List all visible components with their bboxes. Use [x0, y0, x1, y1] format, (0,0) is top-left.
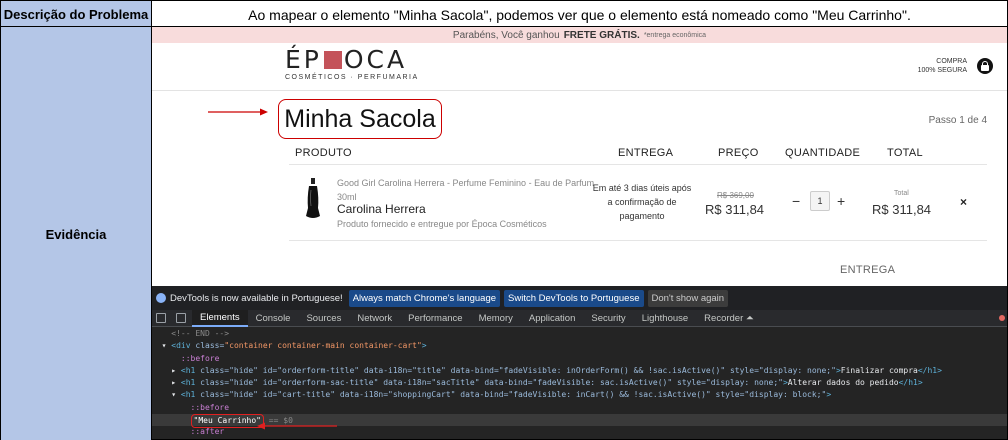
logo-text-right: OCA	[343, 45, 408, 74]
dom-attr-name: class	[195, 341, 220, 351]
table-divider	[289, 164, 987, 165]
evidence-label: Evidência	[1, 27, 152, 440]
annotation-arrow-icon	[208, 108, 268, 116]
match-language-button[interactable]: Always match Chrome's language	[348, 289, 501, 307]
promo-bold: FRETE GRÁTIS.	[563, 29, 640, 41]
devtools-language-notice: DevTools is now available in Portuguese!…	[152, 286, 1007, 310]
logo-text-left: É	[285, 45, 304, 74]
dom-line[interactable]: ▾ <div class="container container-main c…	[152, 340, 1007, 352]
dom-line[interactable]: ▾ <h1 class="hide" id="cart-title" data-…	[152, 389, 1007, 401]
promo-text: Parabéns, Você ganhou	[452, 29, 560, 41]
perfume-bottle-image[interactable]	[304, 178, 322, 220]
col-quantity: QUANTIDADE	[785, 147, 861, 159]
dom-attrs: class="hide" id="cart-title" data-i18n="…	[195, 390, 827, 400]
dom-line[interactable]: ▸ <h1 class="hide" id="orderform-sac-tit…	[152, 377, 1007, 389]
tab-application[interactable]: Application	[521, 310, 583, 327]
dont-show-again-button[interactable]: Don't show again	[647, 289, 729, 307]
dom-line[interactable]: <!-- END -->	[152, 328, 1007, 340]
promo-note: *entrega econômica	[643, 31, 707, 39]
checkout-step: Passo 1 de 4	[928, 115, 987, 126]
item-total: R$ 311,84	[872, 202, 932, 217]
devtools-tabs: Elements Console Sources Network Perform…	[152, 309, 1007, 327]
dom-line[interactable]: ▸ <h1 class="hide" id="orderform-title" …	[152, 365, 1007, 377]
col-product: PRODUTO	[295, 147, 352, 159]
dom-attr-value: "container container-main container-cart…	[224, 341, 422, 351]
evidence-screenshot: Parabéns, Você ganhou FRETE GRÁTIS. *ent…	[152, 27, 1007, 439]
secure-line-2: 100% SEGURA	[917, 67, 967, 74]
dom-pseudo: ::before	[180, 353, 220, 363]
logo-subtitle: COSMÉTICOS · PERFUMARIA	[285, 74, 419, 81]
tab-performance[interactable]: Performance	[400, 310, 470, 327]
dom-pseudo: ::after	[190, 427, 225, 437]
error-indicator-icon[interactable]	[999, 315, 1005, 321]
remove-item-button[interactable]: ×	[960, 195, 967, 209]
delivery-section-heading: ENTREGA	[840, 264, 896, 276]
product-name[interactable]: Good Girl Carolina Herrera - Perfume Fem…	[337, 176, 597, 204]
secure-line-1: COMPRA	[936, 58, 967, 65]
lock-icon	[977, 58, 993, 74]
quantity-decrease-button[interactable]: −	[792, 193, 800, 209]
tab-elements[interactable]: Elements	[192, 309, 248, 327]
tab-network[interactable]: Network	[349, 310, 400, 327]
table-divider	[289, 240, 987, 241]
tab-security[interactable]: Security	[583, 310, 633, 327]
dom-line[interactable]: ::before	[152, 353, 1007, 365]
quantity-increase-button[interactable]: +	[837, 193, 845, 209]
dom-comment: <!-- END -->	[171, 329, 230, 338]
notice-text: DevTools is now available in Portuguese!	[170, 292, 343, 304]
col-delivery: ENTREGA	[618, 147, 674, 159]
tab-console[interactable]: Console	[248, 310, 299, 327]
quantity-input[interactable]: 1	[810, 191, 830, 211]
tab-recorder[interactable]: Recorder ⏶	[696, 310, 761, 327]
device-toolbar-icon[interactable]	[176, 313, 186, 323]
description-row: Descrição do Problema Ao mapear o elemen…	[0, 0, 1008, 28]
col-price: PREÇO	[718, 147, 759, 159]
annotation-arrow-icon	[257, 422, 337, 430]
description-label: Descrição do Problema	[1, 1, 152, 28]
site-logo[interactable]: É P OCA COSMÉTICOS · PERFUMARIA	[285, 45, 419, 82]
secure-purchase-text: COMPRA 100% SEGURA	[918, 57, 967, 75]
dom-pseudo: ::before	[190, 402, 230, 412]
logo-p: P	[303, 45, 322, 74]
description-text: Ao mapear o elemento "Minha Sacola", pod…	[248, 6, 911, 23]
tab-lighthouse[interactable]: Lighthouse	[634, 310, 696, 327]
logo-square-icon	[323, 51, 342, 69]
cart-title: Minha Sacola	[278, 99, 442, 139]
info-icon	[156, 293, 166, 303]
product-brand: Carolina Herrera	[337, 202, 426, 216]
item-price: R$ 311,84	[705, 202, 765, 217]
dom-line[interactable]: ::before	[152, 402, 1007, 414]
dom-text: Finalizar compra	[840, 365, 918, 375]
promo-bar: Parabéns, Você ganhou FRETE GRÁTIS. *ent…	[152, 27, 1007, 43]
product-seller: Produto fornecido e entregue por Época C…	[337, 219, 547, 229]
tab-memory[interactable]: Memory	[471, 310, 521, 327]
devtools-panel: DevTools is now available in Portuguese!…	[152, 286, 1007, 439]
site-header: É P OCA COSMÉTICOS · PERFUMARIA COMPRA 100…	[152, 43, 1007, 91]
switch-language-button[interactable]: Switch DevTools to Portuguese	[504, 289, 644, 307]
old-price: R$ 369,00	[717, 191, 754, 200]
col-total: TOTAL	[887, 147, 923, 159]
inspect-element-icon[interactable]	[156, 313, 166, 323]
dom-text: Alterar dados do pedido	[787, 378, 899, 388]
dom-attrs: class="hide" id="orderform-sac-title" da…	[195, 378, 783, 388]
dom-tag: div	[176, 341, 191, 351]
delivery-estimate: Em até 3 dias úteis após a confirmação d…	[592, 183, 692, 221]
tab-sources[interactable]: Sources	[298, 310, 349, 327]
total-label: Total	[894, 190, 909, 197]
dom-attrs: class="hide" id="orderform-title" data-i…	[195, 365, 836, 375]
